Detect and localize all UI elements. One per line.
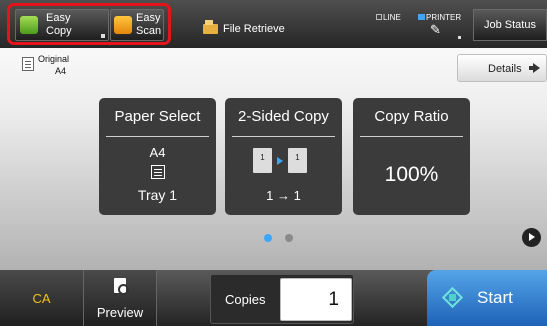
preview-icon [114,278,129,295]
copy-ratio-value: 100% [384,163,439,186]
output-page-icon: 1 [288,148,307,173]
copy-ratio-tile[interactable]: Copy Ratio 100% [353,98,470,215]
easy-scan-label-line1: Easy [136,12,161,24]
corner-indicator [458,36,461,39]
file-retrieve-label: File Retrieve [223,23,285,35]
divider [232,136,335,137]
printer-label: PRINTER [426,13,462,22]
maintenance-tool-icon[interactable]: ✎ [430,23,444,36]
document-icon [22,57,34,71]
clear-all-button[interactable]: CA [0,270,84,326]
easy-copy-button[interactable]: Easy Copy [15,9,109,41]
original-size: A4 [55,66,67,76]
details-label: Details [488,63,522,75]
easy-copy-label-line1: Easy [46,12,71,24]
two-sided-copy-tile[interactable]: 2-Sided Copy 1 1 1 → 1 [225,98,342,215]
bottom-bar: CA Preview Copies 1 Start [0,270,547,326]
copies-label: Copies [225,292,266,307]
top-bar: Easy Copy Easy Scan File Retrieve LINE P… [0,0,547,48]
original-label: Original [38,54,70,64]
line-indicator: LINE [376,13,401,22]
corner-indicator [101,34,105,38]
printer-status-icon [418,14,425,20]
paper-tray: Tray 1 [137,187,178,203]
main-area: Original A4 Details Paper Select A4 Tray… [0,48,547,270]
page-dot-inactive[interactable] [285,234,293,242]
job-status-button[interactable]: Job Status [473,9,547,41]
line-status-icon [376,14,382,20]
page-dot-active[interactable] [264,234,272,242]
easy-scan-icon [114,16,132,34]
output-page-number: 1 [295,153,300,162]
duplex-pages-icon: 1 1 [253,148,315,178]
easy-scan-label-line2: Scan [136,25,162,37]
duplex-mode: 1 → 1 [266,188,301,203]
copies-control: Copies 1 [210,274,354,324]
copy-ratio-title: Copy Ratio [374,107,449,125]
paper-tray-icon [151,165,165,179]
paper-select-title: Paper Select [114,107,201,125]
printer-indicator: PRINTER [418,13,461,22]
job-status-label: Job Status [484,19,536,31]
source-page-icon: 1 [253,148,272,173]
paper-select-tile[interactable]: Paper Select A4 Tray 1 [99,98,216,215]
folder-icon [203,20,218,34]
easy-copy-icon [20,16,38,34]
clear-all-label: CA [32,290,51,306]
start-icon [441,286,464,309]
arrow-right-icon [529,63,540,73]
easy-copy-label-line2: Copy [46,25,72,37]
details-button[interactable]: Details [457,54,547,82]
divider [360,136,463,137]
paper-size: A4 [149,145,166,160]
preview-button[interactable]: Preview [84,270,157,326]
arrow-right-icon [277,157,283,165]
start-label: Start [477,288,513,307]
easy-scan-button[interactable]: Easy Scan [110,9,164,41]
source-page-number: 1 [260,153,265,162]
line-label: LINE [383,13,401,22]
copies-input[interactable]: 1 [280,278,352,321]
two-sided-copy-title: 2-Sided Copy [238,107,329,125]
preview-label: Preview [96,305,144,320]
start-button[interactable]: Start [427,270,547,326]
next-page-button[interactable] [522,228,541,247]
divider [106,136,209,137]
